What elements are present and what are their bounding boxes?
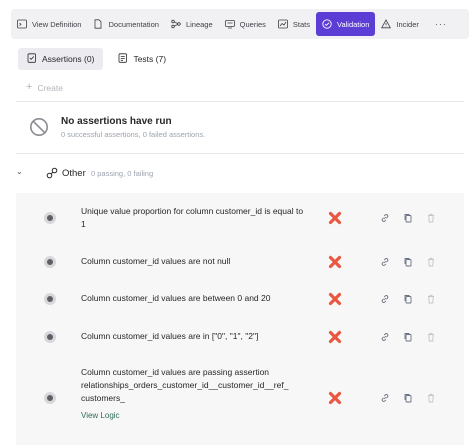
document-icon xyxy=(93,19,103,29)
delete-icon[interactable] xyxy=(424,255,438,269)
terminal-icon xyxy=(17,19,27,29)
assertion-text: Column customer_id values are in ["0", "… xyxy=(81,331,259,341)
copy-icon[interactable] xyxy=(401,211,415,225)
tab-label: Lineage xyxy=(185,19,213,29)
test-icon xyxy=(118,53,128,65)
failure-x-icon xyxy=(328,330,342,344)
copy-icon[interactable] xyxy=(401,255,415,269)
assertion-radio[interactable] xyxy=(44,392,56,404)
create-assertion-button[interactable]: + Create xyxy=(26,82,63,93)
assertion-row: Column customer_id values are in ["0", "… xyxy=(16,318,464,356)
group-link-icon xyxy=(46,166,58,179)
validation-subtabs: Assertions (0) Tests (7) xyxy=(18,48,175,70)
more-tabs-button[interactable]: ··· xyxy=(425,19,457,29)
tab-bar: View Definition Documentation Lineage Qu… xyxy=(11,9,469,39)
lineage-icon xyxy=(171,19,181,29)
create-label: Create xyxy=(37,82,63,93)
divider xyxy=(16,153,464,154)
delete-icon[interactable] xyxy=(424,211,438,225)
tab-label: Incider xyxy=(396,19,419,29)
assertion-radio[interactable] xyxy=(44,256,56,268)
assertion-radio[interactable] xyxy=(44,293,56,305)
link-icon[interactable] xyxy=(378,255,392,269)
copy-icon[interactable] xyxy=(401,330,415,344)
plus-icon: + xyxy=(26,81,33,93)
assertion-text: Column customer_id values are between 0 … xyxy=(81,293,271,303)
empty-state-subtitle: 0 successful assertions, 0 failed assert… xyxy=(61,130,206,139)
assertion-text: Column customer_id values are not null xyxy=(81,256,231,266)
tab-label: Stats xyxy=(292,19,310,29)
assertion-row: Column customer_id values are not null xyxy=(16,243,464,280)
group-summary: 0 passing, 0 failing xyxy=(91,169,154,178)
no-results-icon xyxy=(29,117,49,137)
assertion-radio[interactable] xyxy=(44,212,56,224)
tab-view-definition[interactable]: View Definition xyxy=(11,12,87,36)
link-icon[interactable] xyxy=(378,211,392,225)
assertion-text-block: Column customer_id values are passing as… xyxy=(81,366,306,422)
tab-documentation[interactable]: Documentation xyxy=(87,12,164,36)
delete-icon[interactable] xyxy=(424,330,438,344)
tab-label: Queries xyxy=(239,19,266,29)
tab-label: Documentation xyxy=(108,19,159,29)
subtab-label: Tests (7) xyxy=(133,54,167,64)
subtab-assertions[interactable]: Assertions (0) xyxy=(18,48,104,70)
delete-icon[interactable] xyxy=(424,391,438,405)
copy-icon[interactable] xyxy=(401,391,415,405)
failure-x-icon xyxy=(328,391,342,405)
tab-validation[interactable]: Validation xyxy=(316,12,376,36)
divider xyxy=(16,101,464,102)
warning-icon xyxy=(381,19,392,29)
group-name: Other xyxy=(62,168,86,179)
tab-stats[interactable]: Stats xyxy=(272,12,316,36)
failure-x-icon xyxy=(328,255,342,269)
tab-lineage[interactable]: Lineage xyxy=(165,12,219,36)
copy-icon[interactable] xyxy=(401,292,415,306)
assertion-icon xyxy=(27,53,37,65)
tab-label: Validation xyxy=(337,19,370,29)
stats-icon xyxy=(278,19,288,29)
tab-incidents[interactable]: Incider xyxy=(375,12,425,36)
assertion-list: Unique value proportion for column custo… xyxy=(16,193,464,445)
subtab-label: Assertions (0) xyxy=(42,54,95,64)
assertion-row: Unique value proportion for column custo… xyxy=(16,193,464,243)
failure-x-icon xyxy=(328,292,342,306)
chevron-down-icon[interactable]: ⌄ xyxy=(16,167,23,176)
link-icon[interactable] xyxy=(378,292,392,306)
assertion-radio[interactable] xyxy=(44,331,56,343)
link-icon[interactable] xyxy=(378,391,392,405)
tab-label: View Definition xyxy=(32,19,82,29)
failure-x-icon xyxy=(328,211,342,225)
empty-state-title: No assertions have run xyxy=(61,116,172,127)
assertion-row: Column customer_id values are passing as… xyxy=(16,356,464,445)
delete-icon[interactable] xyxy=(424,292,438,306)
assertion-text: Column customer_id values are passing as… xyxy=(81,367,289,403)
assertion-text: Unique value proportion for column custo… xyxy=(81,206,304,229)
assertion-row: Column customer_id values are between 0 … xyxy=(16,280,464,318)
queries-icon xyxy=(224,19,235,29)
tab-queries[interactable]: Queries xyxy=(219,12,272,36)
link-icon[interactable] xyxy=(378,330,392,344)
subtab-tests[interactable]: Tests (7) xyxy=(109,48,175,70)
check-circle-icon xyxy=(322,19,332,29)
view-logic-link[interactable]: View Logic xyxy=(81,409,306,422)
